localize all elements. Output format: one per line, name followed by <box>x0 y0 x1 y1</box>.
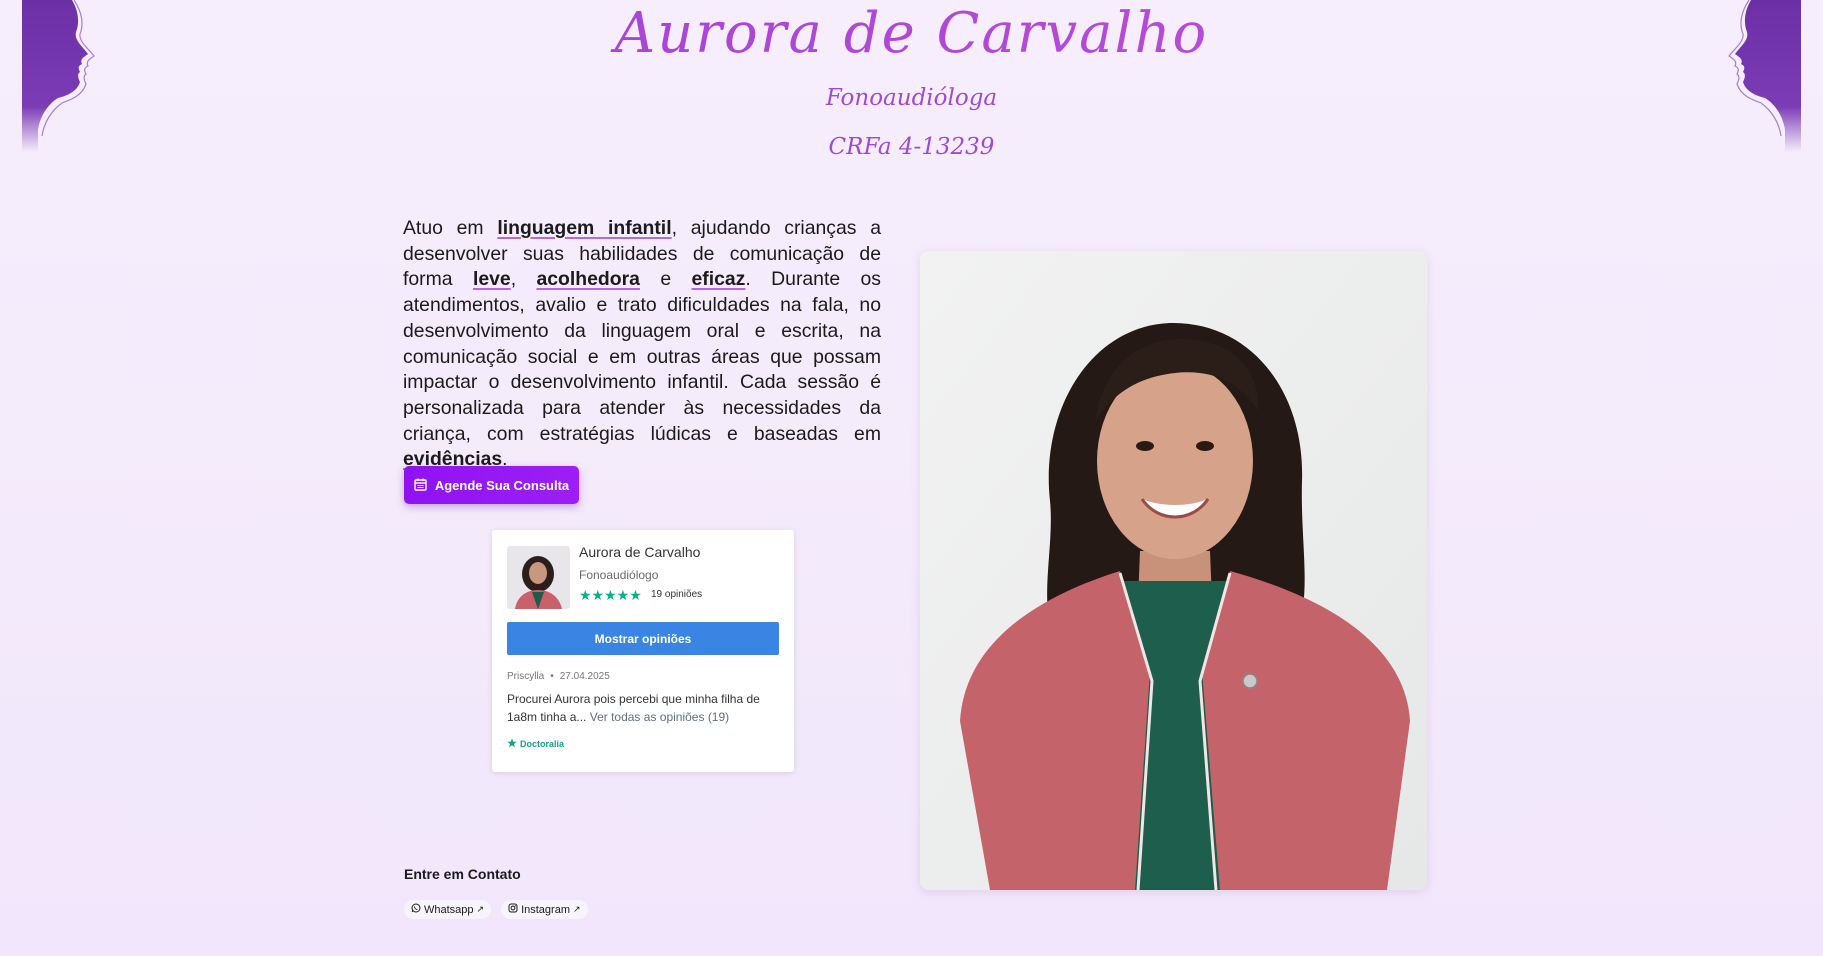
review-excerpt: Procurei Aurora pois percebi que minha f… <box>507 690 779 726</box>
reviewed-doctor-name[interactable]: Aurora de Carvalho <box>579 544 700 560</box>
star-rating: ★★★★★ <box>579 587 642 603</box>
external-link-icon: ↗ <box>573 904 581 914</box>
show-reviews-button[interactable]: Mostrar opiniões <box>507 622 779 655</box>
review-author: Priscylla <box>507 671 545 682</box>
external-link-icon: ↗ <box>476 904 485 914</box>
contact-heading: Entre em Contato <box>404 866 521 882</box>
instagram-label: Instagram <box>521 903 570 916</box>
bio-keyword: linguagem infantil <box>497 217 672 239</box>
calendar-icon <box>414 478 427 493</box>
bio-paragraph: Atuo em linguagem infantil, ajudando cri… <box>403 216 881 473</box>
bio-keyword: leve <box>472 268 511 291</box>
schedule-appointment-label: Agende Sua Consulta <box>434 477 570 493</box>
contact-links: Whatsapp ↗ Instagram ↗ <box>404 900 588 919</box>
review-date: 27.04.2025 <box>559 671 610 682</box>
bio-keyword: eficaz <box>691 268 746 291</box>
review-meta: Priscylla • 27.04.2025 <box>507 671 610 682</box>
avatar[interactable] <box>507 546 570 609</box>
doctoralia-label: Doctoralia <box>520 739 565 749</box>
instagram-link[interactable]: Instagram ↗ <box>501 900 588 919</box>
reviewed-doctor-role: Fonoaudiólogo <box>579 568 659 582</box>
page-header: Aurora de Carvalho Fonoaudióloga CRFa 4-… <box>0 0 1823 161</box>
bio-text: , <box>510 268 537 291</box>
schedule-appointment-button[interactable]: Agende Sua Consulta <box>404 466 579 504</box>
bio-text: . Durante os atendimentos, avalio e trat… <box>403 268 882 445</box>
reviews-count[interactable]: 19 opiniões <box>651 589 702 600</box>
bio-text: Atuo em <box>403 217 498 239</box>
whatsapp-link[interactable]: Whatsapp ↗ <box>404 900 492 919</box>
whatsapp-icon <box>411 903 421 916</box>
whatsapp-label: Whatsapp <box>424 903 474 916</box>
instagram-icon <box>508 903 518 916</box>
doctoralia-star-icon <box>507 738 517 750</box>
profession-subtitle: Fonoaudióloga <box>825 85 998 111</box>
all-reviews-link[interactable]: Ver todas as opiniões (19) <box>590 710 729 724</box>
profile-photo <box>920 251 1427 890</box>
doctoralia-logo[interactable]: Doctoralia <box>507 738 564 750</box>
review-meta-separator: • <box>550 671 554 682</box>
page-title: Aurora de Carvalho <box>0 0 1823 66</box>
bio-text: e <box>639 268 692 291</box>
bio-keyword: acolhedora <box>536 268 640 291</box>
registration-number: CRFa 4-13239 <box>828 134 995 160</box>
doctoralia-review-widget: Aurora de Carvalho Fonoaudiólogo ★★★★★ 1… <box>492 530 794 772</box>
